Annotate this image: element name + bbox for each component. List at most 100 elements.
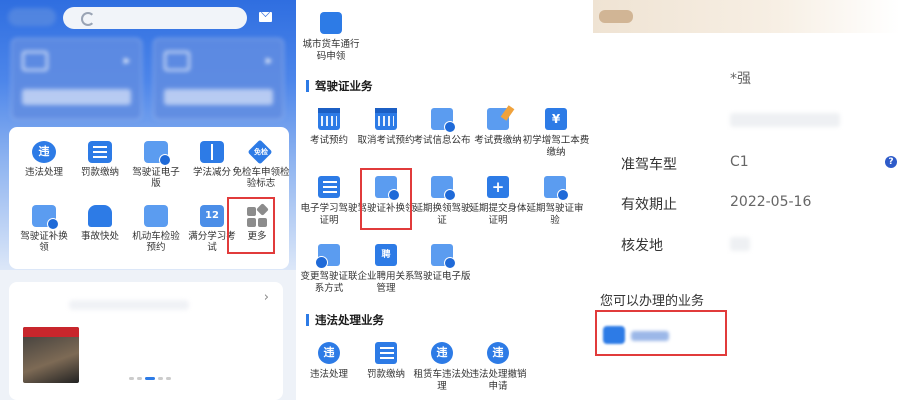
field-label-expiry: 有效期止 — [621, 197, 677, 213]
section-title-violation: 违法处理业务 — [306, 314, 384, 326]
service-health-cert[interactable]: + 延期提交身体证明 — [468, 176, 528, 226]
search-input[interactable] — [63, 7, 247, 29]
service-fine[interactable]: 罚款缴纳 — [356, 342, 416, 381]
service-license-audit[interactable]: 延期驾驶证审验 — [525, 176, 585, 226]
service-violation[interactable]: 违 违法处理 — [299, 342, 359, 381]
license-card-icon — [431, 244, 456, 269]
violation-icon: 违 — [32, 141, 56, 163]
service-label: 企业聘用关系管理 — [357, 271, 415, 294]
chevron-right-icon: ▸ — [124, 53, 131, 67]
service-label: 违法处理 — [309, 369, 348, 380]
police-badge-icon — [599, 10, 633, 23]
study-book-icon — [200, 141, 224, 163]
service-label: 驾驶证电子版 — [132, 167, 180, 189]
service-label: 罚款缴纳 — [366, 369, 405, 380]
service-fine[interactable]: 罚款缴纳 — [72, 141, 128, 178]
license-detail-panel: *强 准驾车型 C1 ? 有效期止 2022-05-16 核发地 您可以办理的业… — [593, 0, 900, 400]
e-learning-cert-icon — [318, 176, 340, 198]
license-number-masked — [730, 113, 840, 127]
health-cert-icon: + — [487, 176, 509, 198]
revoke-icon: 违 — [487, 342, 509, 364]
service-e-license[interactable]: 驾驶证电子版 — [128, 141, 184, 189]
license-icon — [22, 51, 48, 71]
full-score-icon: 12 — [200, 205, 224, 227]
news-banner[interactable]: › — [9, 282, 283, 400]
service-truck-pass[interactable]: 城市货车通行码申领 — [301, 12, 361, 62]
news-thumbnail[interactable] — [23, 327, 79, 383]
service-label: 免检车申领检验标志 — [232, 167, 290, 189]
service-label: 违法处理撤销申请 — [469, 369, 527, 392]
cost-fee-icon: ¥ — [545, 108, 567, 130]
highlight-box — [227, 197, 275, 254]
exam-booking-icon — [318, 108, 340, 130]
exam-info-icon — [431, 108, 456, 133]
field-label-issuer: 核发地 — [621, 238, 663, 254]
cancel-booking-icon — [375, 108, 397, 130]
field-label-class: 准驾车型 — [621, 157, 677, 173]
home-screen-panel: ▸ ▸ 违 违法处理 罚款缴纳 驾驶证电子版 学法减分 免检 免检车申领检验标志 — [0, 0, 296, 400]
service-cost-fee[interactable]: ¥ 初学增驾工本费缴纳 — [522, 108, 590, 158]
service-e-learning-cert[interactable]: 电子学习驾驶证明 — [299, 176, 359, 226]
service-exam-info[interactable]: 考试信息公布 — [412, 108, 472, 147]
service-label: 驾驶证补换领 — [20, 231, 68, 253]
service-label: 驾驶证电子版 — [413, 271, 471, 282]
service-license-reissue[interactable]: 驾驶证补换领 — [16, 205, 72, 253]
service-label: 城市货车通行码申领 — [302, 39, 360, 62]
service-label: 事故快处 — [80, 231, 119, 242]
service-label: 考试费缴纳 — [474, 135, 522, 146]
help-icon[interactable]: ? — [885, 156, 897, 168]
chevron-right-icon[interactable]: › — [264, 290, 269, 305]
fine-icon — [375, 342, 397, 364]
service-exam-fee[interactable]: 考试费缴纳 — [468, 108, 528, 147]
service-label: 考试信息公布 — [413, 135, 471, 146]
holder-name: *强 — [730, 71, 751, 87]
service-cancel-booking[interactable]: 取消考试预约 — [356, 108, 416, 147]
violation-icon: 违 — [318, 342, 340, 364]
carousel-dots — [129, 365, 174, 384]
vehicle-card[interactable]: ▸ — [153, 38, 284, 120]
message-icon[interactable] — [259, 12, 272, 22]
field-value-issuer — [730, 237, 750, 251]
service-label: 取消考试预约 — [357, 135, 415, 146]
service-vehicle-check[interactable]: 机动车检验预约 — [128, 205, 184, 253]
service-violation[interactable]: 违 违法处理 — [16, 141, 72, 178]
service-rental-violation[interactable]: 违 租赁车违法处理 — [412, 342, 472, 392]
highlight-box — [595, 310, 727, 356]
service-label: 延期驾驶证审验 — [526, 203, 584, 226]
field-value-class: C1 — [730, 154, 749, 170]
vehicle-icon — [164, 51, 190, 71]
service-label: 电子学习驾驶证明 — [300, 203, 358, 226]
contact-change-icon — [315, 244, 340, 269]
service-accident[interactable]: 事故快处 — [72, 205, 128, 242]
section-title-license: 驾驶证业务 — [306, 80, 373, 92]
accident-car-icon — [88, 205, 112, 227]
service-revoke[interactable]: 违 违法处理撤销申请 — [468, 342, 528, 392]
truck-pass-icon — [320, 12, 342, 34]
license-audit-icon — [544, 176, 569, 201]
license-card[interactable]: ▸ — [11, 38, 142, 120]
service-label: 初学增驾工本费缴纳 — [522, 135, 590, 158]
search-icon — [81, 12, 95, 26]
service-e-license[interactable]: 驾驶证电子版 — [412, 244, 472, 283]
service-contact-change[interactable]: 变更驾驶证联系方式 — [299, 244, 359, 294]
service-label: 延期提交身体证明 — [469, 203, 527, 226]
license-card-icon — [144, 141, 171, 166]
chevron-right-icon: ▸ — [266, 53, 273, 67]
service-list-panel: 城市货车通行码申领 驾驶证业务 考试预约 取消考试预约 考试信息公布 考试费缴纳… — [296, 0, 593, 400]
service-extend-renewal[interactable]: 延期换领驾驶证 — [412, 176, 472, 226]
service-label: 机动车检验预约 — [132, 231, 180, 253]
service-label: 变更驾驶证联系方式 — [300, 271, 358, 294]
service-label: 考试预约 — [309, 135, 348, 146]
services-title: 您可以办理的业务 — [600, 294, 705, 309]
inspection-free-icon: 免检 — [247, 139, 273, 165]
rental-violation-icon: 违 — [431, 342, 453, 364]
fine-icon — [88, 141, 112, 163]
exam-fee-icon — [487, 108, 509, 130]
location-pill[interactable] — [8, 8, 56, 26]
service-inspection-free[interactable]: 免检 免检车申领检验标志 — [232, 139, 290, 189]
extend-renewal-icon — [431, 176, 456, 201]
service-exam-booking[interactable]: 考试预约 — [299, 108, 359, 147]
service-label: 租赁车违法处理 — [413, 369, 471, 392]
license-reissue-icon — [32, 205, 59, 230]
service-employment[interactable]: 聘 企业聘用关系管理 — [356, 244, 416, 294]
